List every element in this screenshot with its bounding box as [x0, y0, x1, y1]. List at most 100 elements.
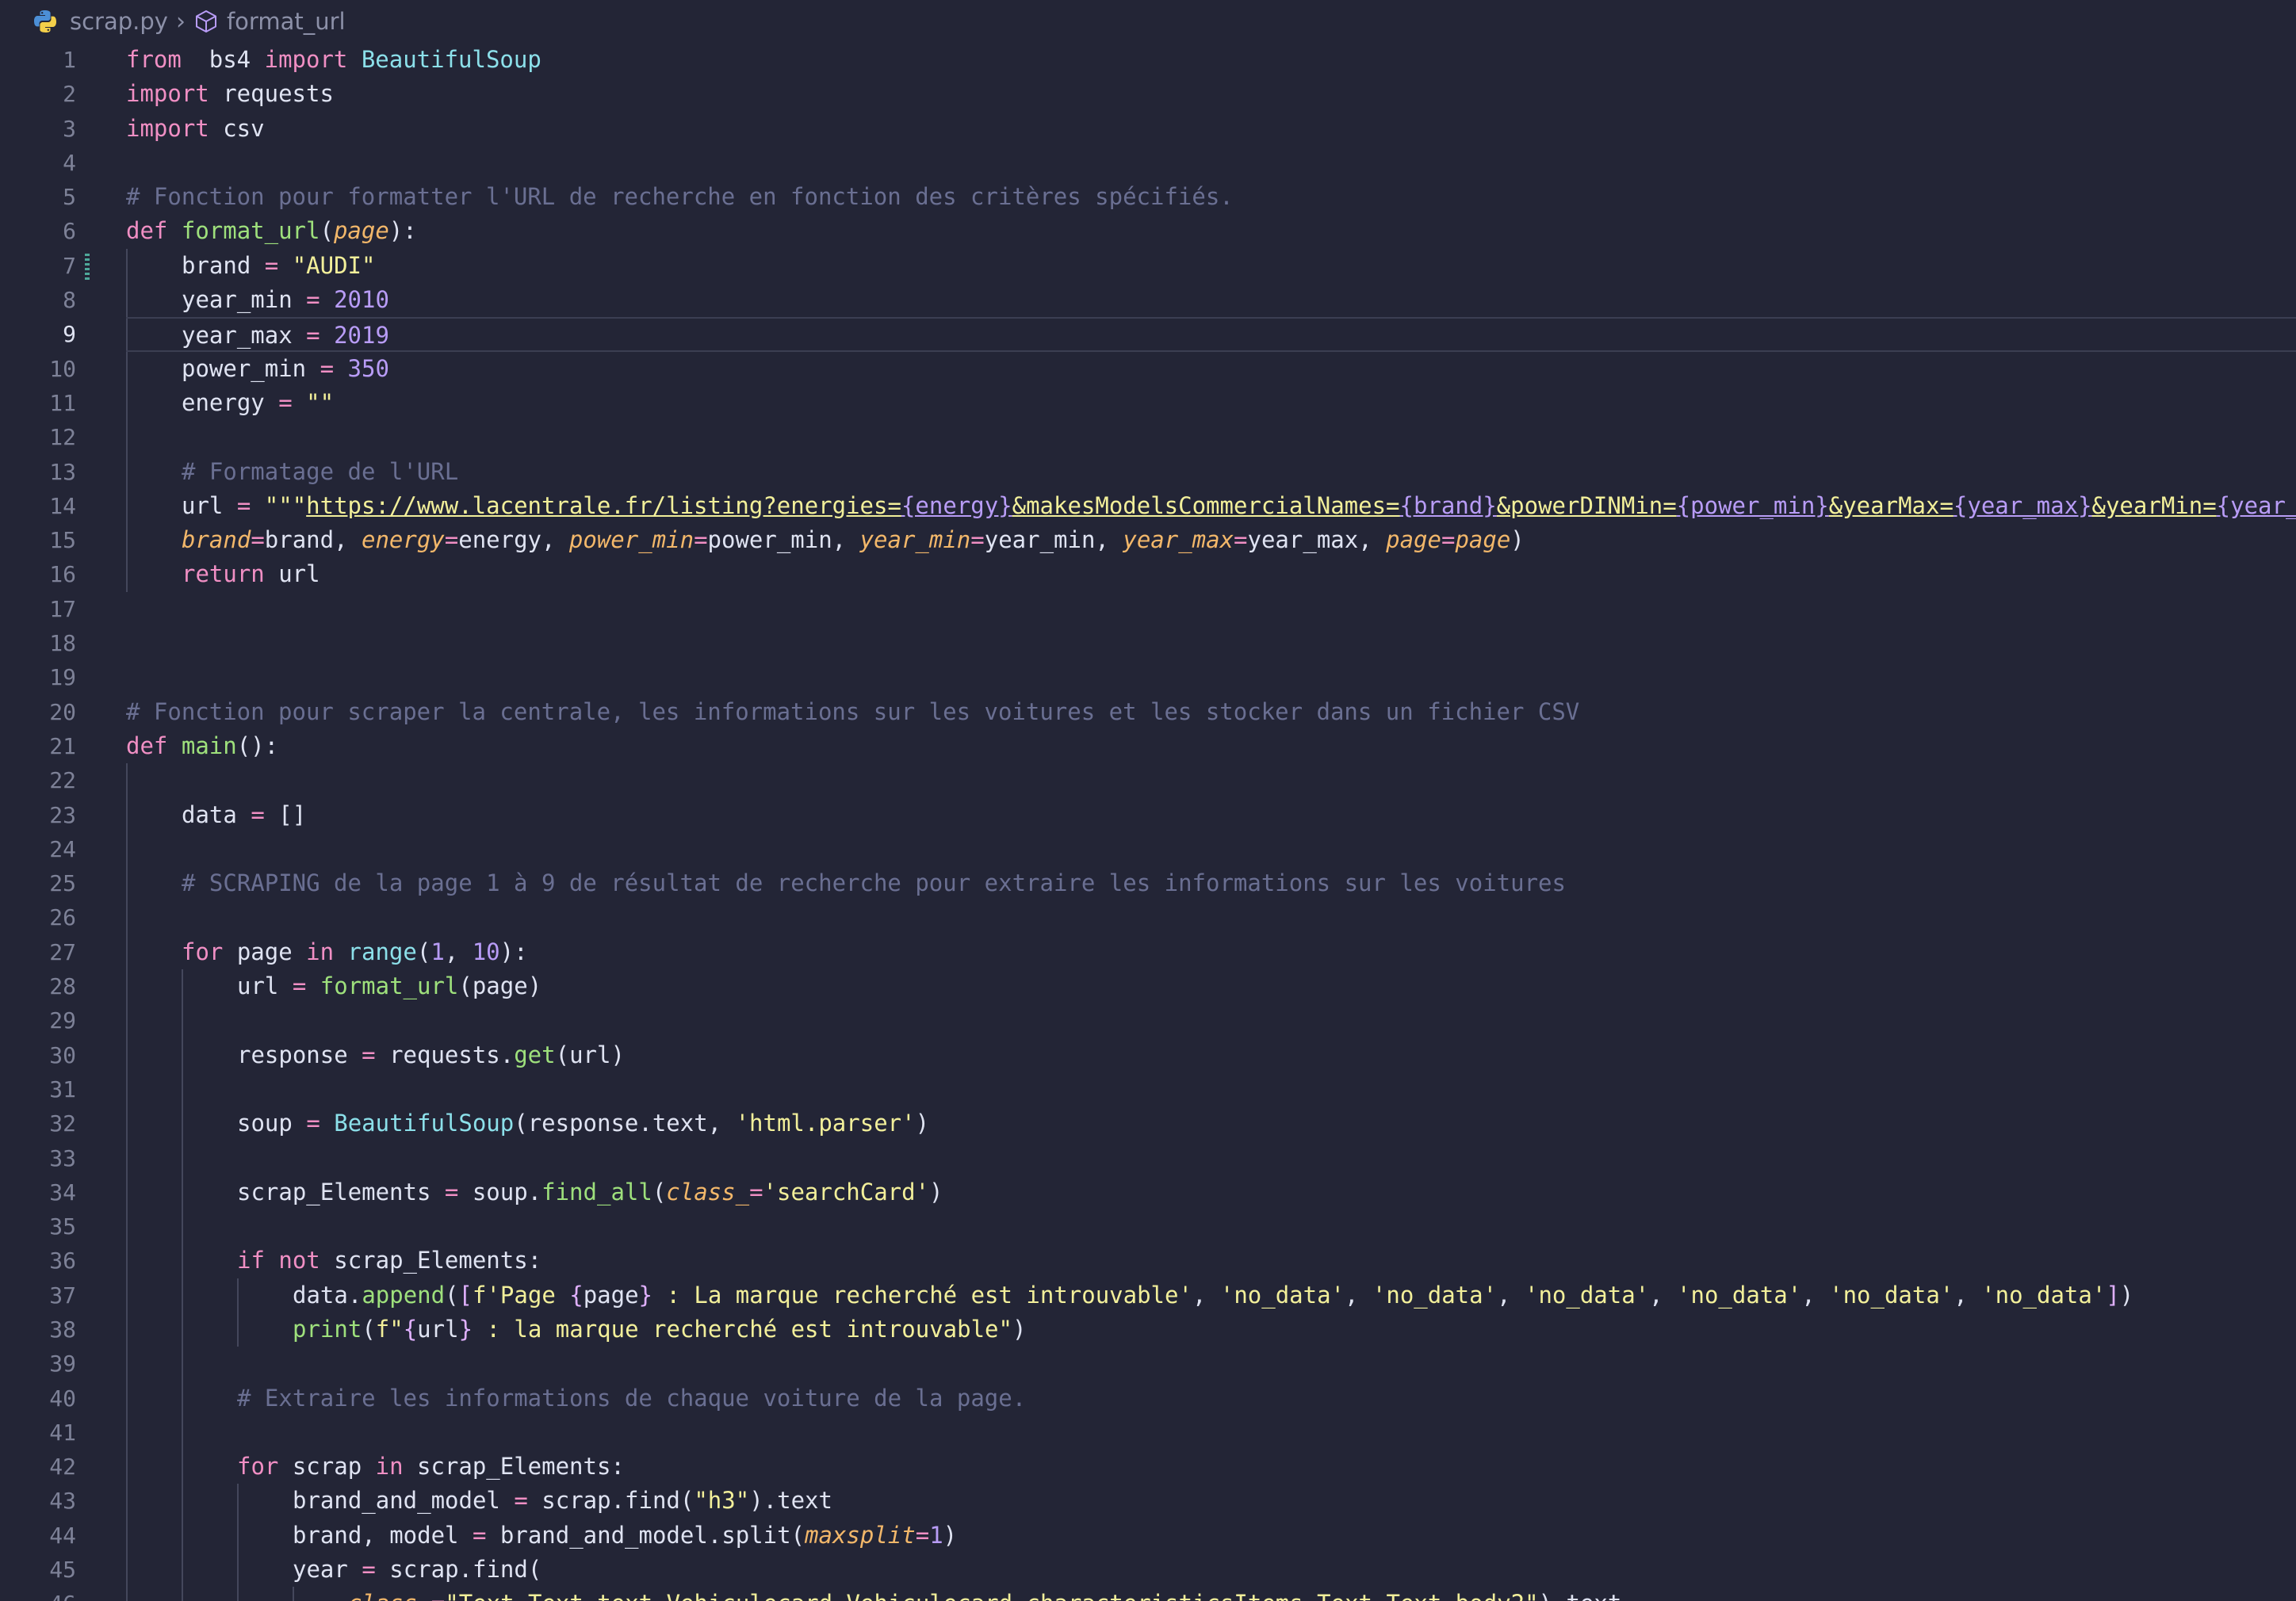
code-token: =	[749, 1178, 763, 1206]
code-line[interactable]: 8 year_min = 2010	[0, 283, 2296, 318]
code-line[interactable]: 15 brand=brand, energy=energy, power_min=…	[0, 523, 2296, 558]
code-line[interactable]: 2 import requests	[0, 77, 2296, 111]
cube-icon	[193, 9, 219, 34]
code-line[interactable]: 26	[0, 900, 2296, 935]
code-token: {year_min}	[2216, 491, 2296, 519]
code-token: ]	[2106, 1281, 2120, 1309]
code-token: bs4	[181, 46, 265, 73]
code-token: )	[929, 1178, 943, 1206]
code-line[interactable]: 35	[0, 1209, 2296, 1244]
line-number: 35	[49, 1213, 76, 1240]
code-line[interactable]: 45 year = scrap.find(	[0, 1553, 2296, 1588]
code-line[interactable]: 20 # Fonction pour scraper la centrale, l…	[0, 695, 2296, 729]
code-editor[interactable]: scrap.py › format_url 1 from bs4 import B…	[0, 0, 2296, 1601]
code-line[interactable]: 32 soup = BeautifulSoup(response.text, 'h…	[0, 1106, 2296, 1141]
code-area[interactable]: 1 from bs4 import BeautifulSoup 2 import re…	[0, 43, 2296, 1601]
code-line[interactable]: 24	[0, 831, 2296, 867]
line-number: 25	[49, 870, 76, 897]
code-line[interactable]: 16 return url	[0, 557, 2296, 592]
code-line[interactable]: 4	[0, 146, 2296, 180]
line-number: 23	[49, 801, 76, 828]
code-token: brand_and_model	[293, 1487, 515, 1515]
code-line[interactable]: 19	[0, 660, 2296, 694]
code-token: =	[292, 972, 307, 1000]
code-line[interactable]: 43 brand_and_model = scrap.find("h3").tex…	[0, 1484, 2296, 1519]
code-line[interactable]: 22	[0, 763, 2296, 798]
code-text: return url	[126, 557, 2296, 591]
code-token: =	[970, 526, 985, 554]
code-token: energy	[182, 388, 279, 416]
code-token: url	[182, 491, 237, 519]
code-line[interactable]: 29	[0, 1003, 2296, 1038]
code-line[interactable]: 46 class_="Text_Text_text Vehiculecard_Ve…	[0, 1587, 2296, 1601]
code-line[interactable]: 31	[0, 1072, 2296, 1107]
code-text: power_min = 350	[126, 352, 2296, 386]
code-line[interactable]: 33	[0, 1141, 2296, 1175]
code-token: ):	[388, 217, 417, 245]
code-token: csv	[209, 114, 265, 142]
code-line[interactable]: 41	[0, 1415, 2296, 1450]
code-line[interactable]: 1 from bs4 import BeautifulSoup	[0, 43, 2296, 77]
code-line[interactable]: 38 print(f"{url} : la marque recherché es…	[0, 1312, 2296, 1347]
code-token: ():	[236, 732, 279, 759]
code-token: {year_max}	[1953, 491, 2092, 519]
breadcrumb: scrap.py › format_url	[0, 0, 2296, 43]
code-token: [	[458, 1281, 473, 1309]
code-line[interactable]: 30 response = requests.get(url)	[0, 1037, 2296, 1072]
code-token: ):	[499, 938, 528, 965]
breadcrumb-symbol[interactable]: format_url	[227, 8, 346, 35]
code-text: # Formatage de l'URL	[126, 455, 2296, 489]
code-line[interactable]: 7 brand = "AUDI"	[0, 248, 2296, 284]
code-line[interactable]: 13 # Formatage de l'URL	[0, 454, 2296, 489]
code-line[interactable]: 5 # Fonction pour formatter l'URL de rech…	[0, 180, 2296, 214]
code-token: brand_and_model.split(	[486, 1521, 806, 1549]
code-token: find_all	[541, 1178, 652, 1206]
code-line[interactable]: 12	[0, 420, 2296, 455]
code-line[interactable]: 36 if not scrap_Elements:	[0, 1244, 2296, 1278]
code-line[interactable]: 28 url = format_url(page)	[0, 969, 2296, 1004]
code-line[interactable]: 44 brand, model = brand_and_model.split(m…	[0, 1518, 2296, 1553]
code-line[interactable]: 3 import csv	[0, 112, 2296, 146]
line-number: 34	[49, 1179, 76, 1206]
code-token: =	[320, 354, 335, 382]
code-line[interactable]: 18	[0, 626, 2296, 660]
code-token: year_max,	[1247, 526, 1387, 554]
code-line[interactable]: 14 url = """https://www.lacentrale.fr/lis…	[0, 488, 2296, 524]
code-token: 'no_data'	[1981, 1281, 2107, 1309]
code-token: format_url	[320, 972, 459, 1000]
line-number: 38	[49, 1316, 76, 1343]
code-line[interactable]: 11 energy = ""	[0, 385, 2296, 421]
code-text: # Fonction pour formatter l'URL de reche…	[126, 180, 2296, 214]
code-token: scrap_Elements:	[320, 1247, 542, 1274]
code-line[interactable]: 23 data = []	[0, 797, 2296, 832]
code-token: scrap_Elements	[237, 1178, 445, 1206]
code-token: []	[264, 800, 307, 828]
code-token: =	[514, 1487, 528, 1515]
code-token: # SCRAPING de la page 1 à 9 de résultat …	[182, 869, 1566, 897]
code-line[interactable]: 27 for page in range(1, 10):	[0, 934, 2296, 970]
code-token: # Extraire les informations de chaque vo…	[237, 1384, 1027, 1412]
code-line[interactable]: 9 year_max = 2019	[0, 317, 2296, 352]
code-line[interactable]: 34 scrap_Elements = soup.find_all(class_=…	[0, 1175, 2296, 1210]
code-token: 2010	[334, 286, 389, 314]
code-line[interactable]: 40 # Extraire les informations de chaque …	[0, 1381, 2296, 1416]
code-token: ,	[1801, 1281, 1830, 1309]
code-line[interactable]: 39	[0, 1347, 2296, 1381]
line-number: 21	[49, 732, 76, 759]
code-token: =	[694, 526, 708, 554]
code-token: year_min	[182, 286, 307, 314]
breadcrumb-file[interactable]: scrap.py	[70, 8, 168, 35]
code-line[interactable]: 17	[0, 592, 2296, 626]
code-line[interactable]: 25 # SCRAPING de la page 1 à 9 de résulta…	[0, 866, 2296, 901]
code-line[interactable]: 21 def main():	[0, 729, 2296, 763]
code-token: )	[2119, 1281, 2134, 1309]
code-line[interactable]: 42 for scrap in scrap_Elements:	[0, 1450, 2296, 1484]
code-line[interactable]: 10 power_min = 350	[0, 351, 2296, 386]
code-line[interactable]: 6 def format_url(page):	[0, 214, 2296, 248]
code-line[interactable]: 37 data.append([f'Page {page} : La marque…	[0, 1278, 2296, 1313]
code-token: if	[237, 1247, 265, 1274]
